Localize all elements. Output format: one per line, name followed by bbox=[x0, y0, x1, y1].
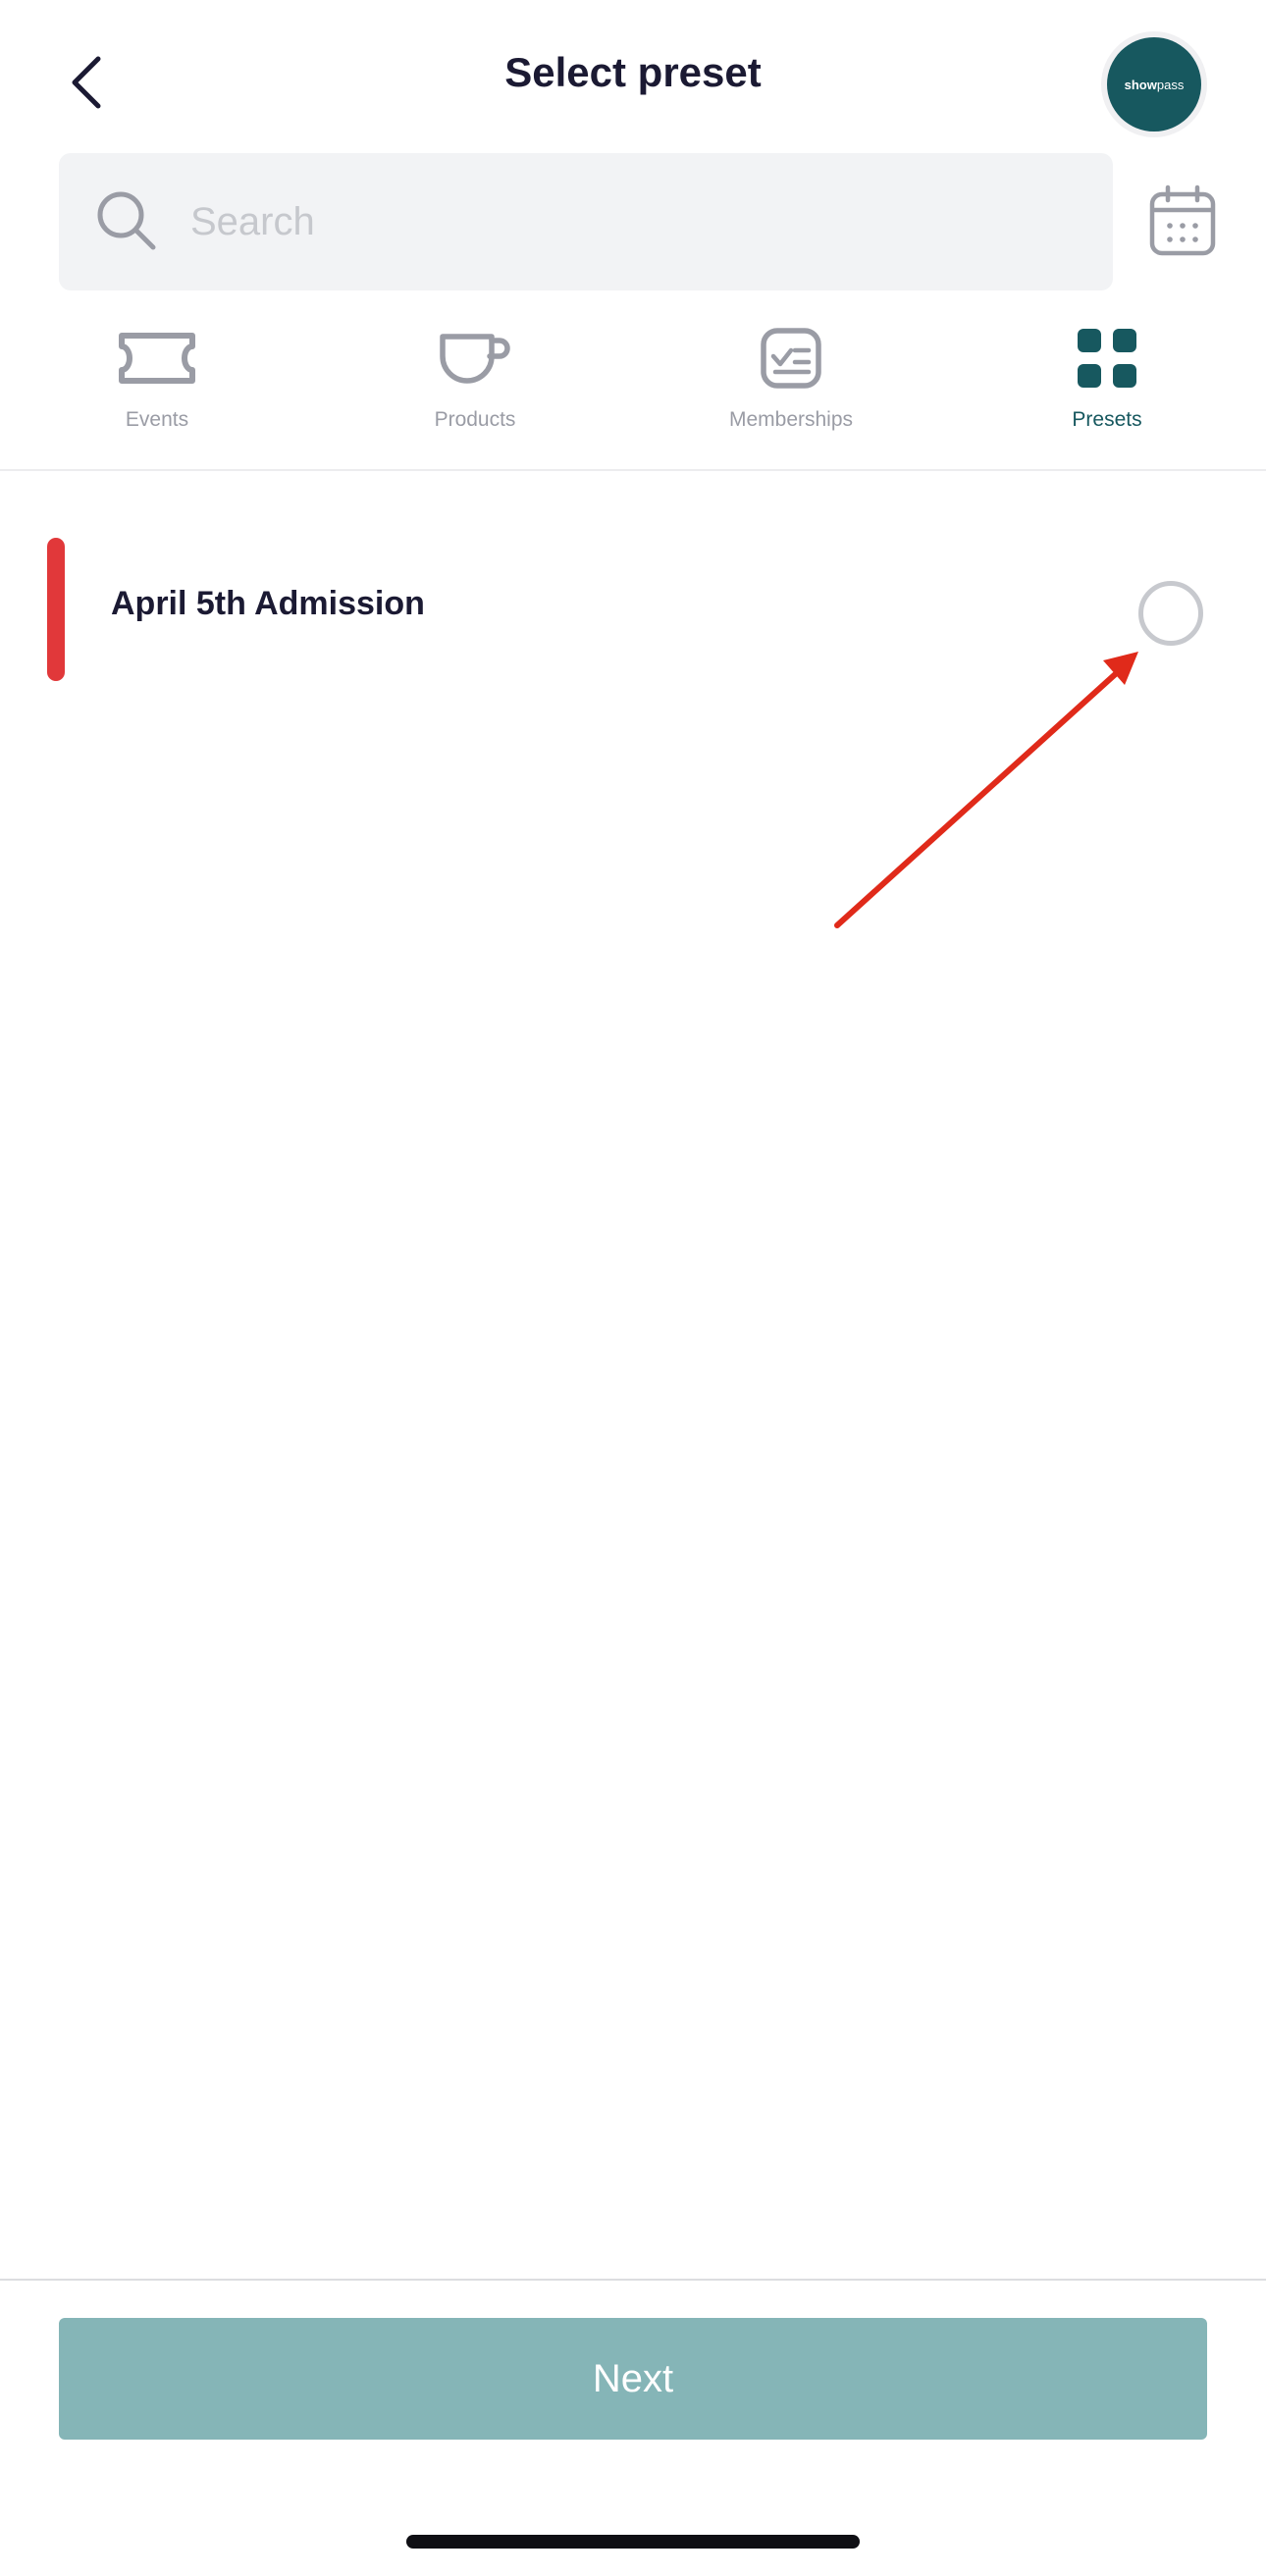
home-indicator bbox=[406, 2535, 860, 2549]
next-button[interactable]: Next bbox=[59, 2318, 1207, 2440]
page-title: Select preset bbox=[504, 49, 762, 95]
footer-divider bbox=[0, 2279, 1266, 2281]
search-bar[interactable] bbox=[59, 153, 1113, 290]
tab-label: Presets bbox=[1072, 408, 1142, 431]
tab-label: Products bbox=[434, 408, 516, 431]
tab-products[interactable]: Products bbox=[338, 324, 612, 442]
tab-label: Memberships bbox=[728, 408, 854, 431]
tab-presets[interactable]: Presets bbox=[970, 324, 1244, 442]
grid-icon bbox=[1078, 329, 1136, 388]
showpass-logo[interactable]: showpass bbox=[1107, 37, 1201, 131]
preset-radio-button[interactable] bbox=[1138, 581, 1203, 646]
tabs-divider bbox=[0, 469, 1266, 471]
preset-accent-bar bbox=[47, 538, 65, 681]
category-tabs: Events Products Memberships Presets bbox=[0, 324, 1266, 471]
search-input[interactable] bbox=[190, 183, 1074, 261]
membership-icon bbox=[761, 328, 821, 389]
cup-icon bbox=[440, 334, 510, 384]
preset-title: April 5th Admission bbox=[111, 585, 425, 622]
select-preset-screen: Select preset showpass Search Events Pro… bbox=[0, 0, 1266, 2576]
tab-events[interactable]: Events bbox=[20, 324, 294, 442]
logo-text-bold: show bbox=[1124, 77, 1157, 92]
search-icon bbox=[97, 191, 156, 250]
ticket-icon bbox=[119, 333, 195, 384]
preset-list-item[interactable]: April 5th Admission bbox=[0, 538, 1266, 683]
calendar-button[interactable] bbox=[1148, 184, 1217, 257]
calendar-icon bbox=[1149, 184, 1216, 256]
tab-label: Events bbox=[125, 408, 189, 431]
logo-text-light: pass bbox=[1156, 77, 1185, 92]
tab-memberships[interactable]: Memberships bbox=[654, 324, 928, 442]
